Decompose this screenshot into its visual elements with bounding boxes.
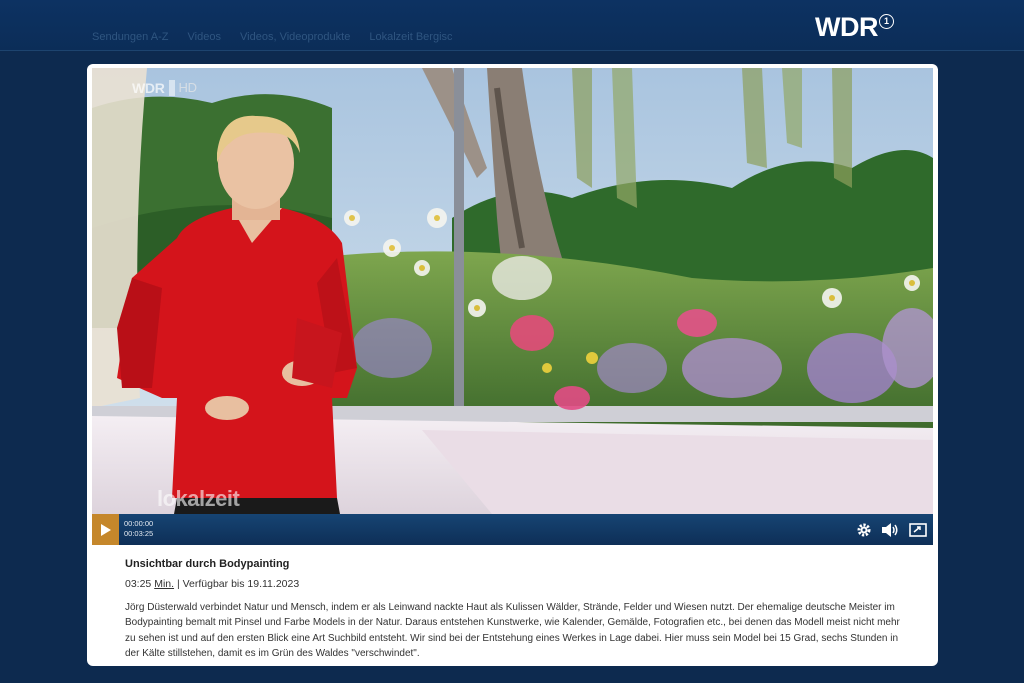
breadcrumb-item[interactable]: Videos, Videoprodukte <box>240 31 350 43</box>
logo-badge: 1 <box>878 13 894 29</box>
video-info: Unsichtbar durch Bodypainting 03:25 Min.… <box>125 558 905 662</box>
breadcrumb-item[interactable]: Sendungen A-Z <box>92 31 168 43</box>
play-button[interactable] <box>92 514 119 545</box>
speaker-icon <box>882 523 898 537</box>
channel-watermark: WDR HD <box>132 80 197 96</box>
gear-icon <box>857 523 871 537</box>
current-time: 00:00:00 <box>124 519 154 528</box>
show-watermark: lokalzeit <box>157 486 240 511</box>
player-controls: 00:00:00 00:03:25 <box>92 514 933 545</box>
video-still <box>92 68 933 514</box>
video-meta: 03:25 Min. | Verfügbar bis 19.11.2023 <box>125 578 299 594</box>
watermark-quality: HD <box>168 80 197 96</box>
breadcrumb: Sendungen A-Z Videos Videos, Videoproduk… <box>92 31 452 45</box>
breadcrumb-item[interactable]: Lokalzeit Bergisch Land <box>369 31 452 43</box>
video-frame[interactable]: WDR HD lokalzeit <box>92 68 933 514</box>
fullscreen-icon <box>909 523 927 537</box>
time-display: 00:00:00 00:03:25 <box>124 519 184 541</box>
duration-unit: Min. <box>154 578 175 590</box>
site-header: Sendungen A-Z Videos Videos, Videoproduk… <box>0 0 1024 51</box>
settings-button[interactable] <box>854 520 874 540</box>
video-card: WDR HD lokalzeit 00:00:00 00:03:25 Unsic… <box>87 64 938 666</box>
video-title: Unsichtbar durch Bodypainting <box>125 558 290 570</box>
availability: | Verfügbar bis 19.11.2023 <box>176 578 300 590</box>
volume-button[interactable] <box>880 520 900 540</box>
duration: 03:25 <box>125 578 152 590</box>
watermark-channel: WDR <box>132 80 165 96</box>
fullscreen-button[interactable] <box>908 520 928 540</box>
video-description: Jörg Düsterwald verbindet Natur und Mens… <box>125 602 900 659</box>
wdr-logo[interactable]: WDR 1 <box>815 12 911 42</box>
play-icon <box>100 523 111 536</box>
logo-text: WDR <box>815 12 878 42</box>
total-time: 00:03:25 <box>124 529 154 538</box>
breadcrumb-item[interactable]: Videos <box>188 31 221 43</box>
